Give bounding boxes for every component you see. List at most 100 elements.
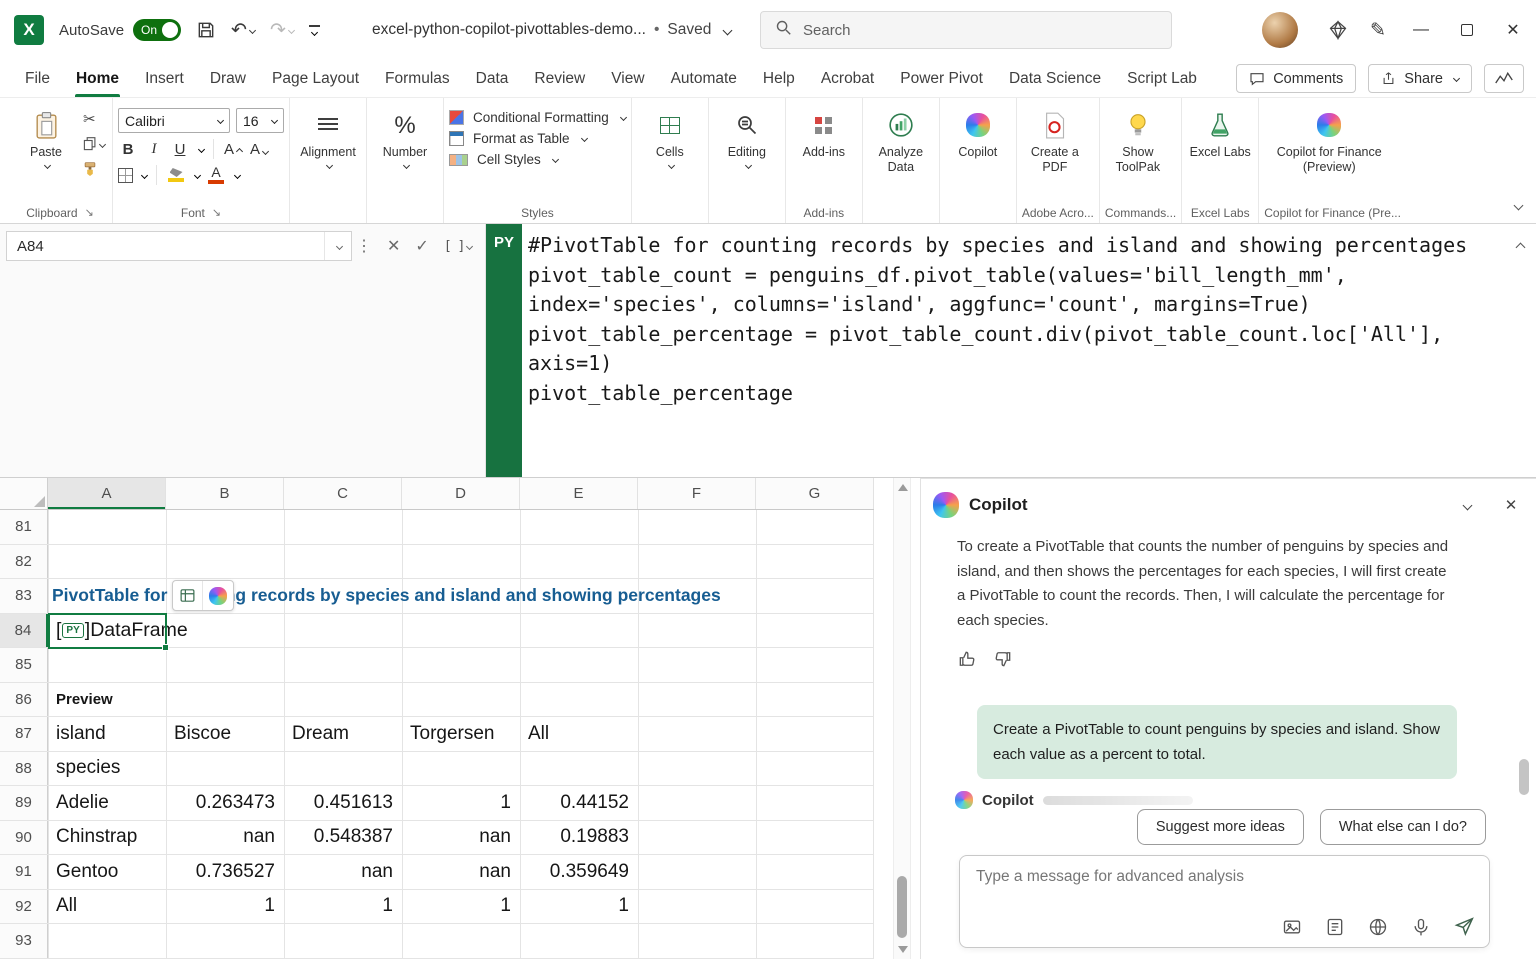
copilot-scroll-thumb[interactable] <box>1519 759 1529 795</box>
cell-C91[interactable]: nan <box>284 855 402 889</box>
borders-button[interactable] <box>118 168 133 183</box>
cell-A90[interactable]: Chinstrap <box>48 821 166 855</box>
tab-page-layout[interactable]: Page Layout <box>259 60 372 97</box>
tab-home[interactable]: Home <box>63 60 132 97</box>
more-options-icon[interactable]: ⋮ <box>356 236 372 256</box>
tab-insert[interactable]: Insert <box>132 60 197 97</box>
alignment-button[interactable]: Alignment <box>295 101 361 168</box>
tab-power-pivot[interactable]: Power Pivot <box>887 60 996 97</box>
decrease-font-size-button[interactable]: A <box>249 141 269 158</box>
share-button[interactable]: Share <box>1368 64 1472 93</box>
avatar[interactable] <box>1262 12 1298 48</box>
cell-A86-preview[interactable]: Preview <box>48 683 166 717</box>
create-pdf-button[interactable]: Create a PDF <box>1022 101 1088 175</box>
excel-labs-button[interactable]: Excel Labs <box>1187 101 1253 160</box>
column-header-G[interactable]: G <box>756 478 874 509</box>
cancel-button[interactable]: ✕ <box>387 236 400 256</box>
name-box[interactable]: A84 <box>6 231 352 261</box>
underline-button[interactable]: U <box>170 141 190 158</box>
cell-B91[interactable]: 0.736527 <box>166 855 284 889</box>
copilot-button[interactable]: Copilot <box>945 101 1011 160</box>
format-as-table-button[interactable]: Format as Table <box>449 131 626 146</box>
cell-E87[interactable]: All <box>520 717 638 751</box>
send-icon[interactable] <box>1454 916 1475 937</box>
cell-D90[interactable]: nan <box>402 821 520 855</box>
python-card-button[interactable] <box>173 581 203 610</box>
italic-button[interactable]: I <box>144 141 164 158</box>
autosave-control[interactable]: AutoSave On <box>59 19 181 41</box>
clipboard-dialog-launcher[interactable]: ↘ <box>85 206 94 219</box>
microphone-icon[interactable] <box>1411 917 1431 937</box>
cells-button[interactable]: Cells <box>637 101 703 168</box>
column-header-F[interactable]: F <box>638 478 756 509</box>
increase-font-size-button[interactable]: A <box>223 141 243 158</box>
tab-script-lab[interactable]: Script Lab <box>1114 60 1210 97</box>
customize-toolbar-icon[interactable] <box>309 25 320 35</box>
font-color-button[interactable]: A <box>206 166 226 184</box>
tab-data[interactable]: Data <box>463 60 522 97</box>
copilot-suggestion-button[interactable] <box>203 581 233 610</box>
image-icon[interactable] <box>1282 917 1302 937</box>
copilot-message-input[interactable] <box>976 868 1473 886</box>
suggest-more-ideas-button[interactable]: Suggest more ideas <box>1137 809 1304 845</box>
cell-E91[interactable]: 0.359649 <box>520 855 638 889</box>
show-toolpak-button[interactable]: Show ToolPak <box>1105 101 1171 175</box>
cell-A87[interactable]: island <box>48 717 166 751</box>
row-header-81[interactable]: 81 <box>0 510 48 544</box>
cell-A88[interactable]: species <box>48 752 166 786</box>
row-header-89[interactable]: 89 <box>0 786 48 820</box>
column-header-B[interactable]: B <box>166 478 284 509</box>
collapse-formula-bar-button[interactable] <box>1512 238 1524 256</box>
column-header-A[interactable]: A <box>48 478 166 509</box>
prompt-guide-icon[interactable] <box>1325 917 1345 937</box>
row-header-85[interactable]: 85 <box>0 648 48 682</box>
paste-button[interactable]: Paste <box>13 101 79 168</box>
copilot-input-box[interactable] <box>959 855 1490 948</box>
cell-D87[interactable]: Torgersen <box>402 717 520 751</box>
editing-button[interactable]: Editing <box>714 101 780 168</box>
cell-A89[interactable]: Adelie <box>48 786 166 820</box>
collapse-panel-button[interactable] <box>1452 491 1482 519</box>
close-button[interactable]: ✕ <box>1490 0 1536 60</box>
copy-button[interactable] <box>83 135 105 153</box>
tab-file[interactable]: File <box>12 60 63 97</box>
copilot-finance-button[interactable]: Copilot for Finance (Preview) <box>1264 101 1394 175</box>
row-header-86[interactable]: 86 <box>0 683 48 717</box>
excel-app-icon[interactable]: X <box>14 15 44 45</box>
font-name-select[interactable]: Calibri <box>118 108 230 133</box>
fill-color-button[interactable] <box>166 168 186 182</box>
tab-automate[interactable]: Automate <box>658 60 750 97</box>
redo-button[interactable]: ↷ <box>270 19 294 42</box>
format-painter-button[interactable] <box>83 160 105 178</box>
tab-review[interactable]: Review <box>521 60 598 97</box>
conditional-formatting-button[interactable]: Conditional Formatting <box>449 110 626 125</box>
collapse-ribbon-button[interactable] <box>1510 196 1522 214</box>
maximize-button[interactable] <box>1444 0 1490 60</box>
select-all-corner[interactable] <box>0 478 48 509</box>
tab-data-science[interactable]: Data Science <box>996 60 1114 97</box>
row-header-83[interactable]: 83 <box>0 579 48 613</box>
close-panel-button[interactable]: ✕ <box>1496 491 1526 519</box>
row-header-87[interactable]: 87 <box>0 717 48 751</box>
document-title-area[interactable]: excel-python-copilot-pivottables-demo...… <box>372 0 731 60</box>
analyze-data-button[interactable]: Analyze Data <box>868 101 934 175</box>
m365-diamond-icon[interactable] <box>1318 0 1358 60</box>
activity-button[interactable] <box>1484 64 1524 93</box>
name-box-dropdown[interactable] <box>324 232 351 260</box>
row-header-88[interactable]: 88 <box>0 752 48 786</box>
python-code-editor[interactable]: PY #PivotTable for counting records by s… <box>485 224 1536 477</box>
saved-status[interactable]: Saved <box>667 21 711 39</box>
cell-B87[interactable]: Biscoe <box>166 717 284 751</box>
cell-D92[interactable]: 1 <box>402 890 520 924</box>
cell-D91[interactable]: nan <box>402 855 520 889</box>
row-header-93[interactable]: 93 <box>0 924 48 958</box>
autosave-toggle[interactable]: On <box>133 19 181 41</box>
scroll-up-button[interactable] <box>898 484 908 491</box>
tab-draw[interactable]: Draw <box>197 60 259 97</box>
row-header-90[interactable]: 90 <box>0 821 48 855</box>
cell-C92[interactable]: 1 <box>284 890 402 924</box>
search-box[interactable] <box>760 11 1172 49</box>
font-dialog-launcher[interactable]: ↘ <box>212 206 221 219</box>
python-editor-button[interactable]: [ ] <box>444 239 472 254</box>
search-input[interactable] <box>803 22 1133 39</box>
